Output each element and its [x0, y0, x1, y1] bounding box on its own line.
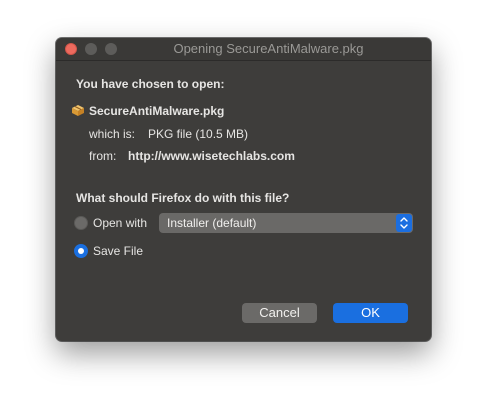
- file-name: SecureAntiMalware.pkg: [89, 104, 225, 118]
- save-file-label[interactable]: Save File: [93, 244, 143, 259]
- file-type-value: PKG file (10.5 MB): [148, 127, 249, 141]
- firefox-download-dialog: Opening SecureAntiMalware.pkg You have c…: [56, 38, 431, 341]
- open-with-radio[interactable]: [74, 216, 88, 230]
- chevron-up-down-icon: [396, 214, 412, 232]
- minimize-window-button[interactable]: [85, 43, 97, 55]
- cancel-button[interactable]: Cancel: [242, 303, 317, 323]
- window-title: Opening SecureAntiMalware.pkg: [173, 41, 364, 56]
- package-icon: [72, 105, 84, 116]
- source-url: http://www.wisetechlabs.com: [128, 149, 295, 163]
- open-with-label[interactable]: Open with: [93, 216, 147, 231]
- save-file-radio[interactable]: [74, 244, 88, 258]
- from-label: from:: [89, 149, 117, 163]
- which-is-label: which is:: [89, 127, 136, 141]
- zoom-window-button[interactable]: [105, 43, 117, 55]
- title-bar[interactable]: Opening SecureAntiMalware.pkg: [56, 38, 431, 61]
- action-question: What should Firefox do with this file?: [76, 191, 290, 205]
- open-with-app-select[interactable]: Installer (default): [159, 213, 413, 233]
- ok-button[interactable]: OK: [333, 303, 408, 323]
- close-window-button[interactable]: [65, 43, 77, 55]
- open-with-app-value: Installer (default): [167, 216, 257, 230]
- intro-text: You have chosen to open:: [76, 77, 225, 91]
